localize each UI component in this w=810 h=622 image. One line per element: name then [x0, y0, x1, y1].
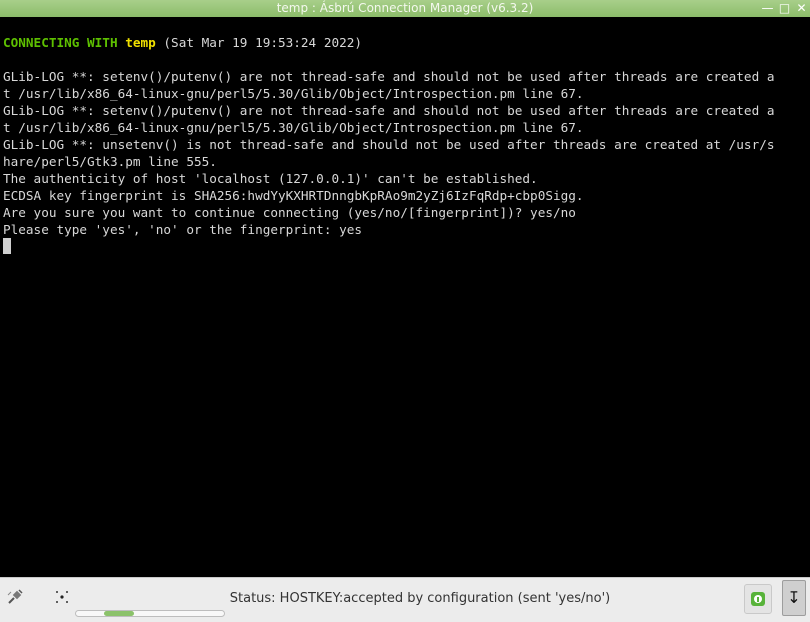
terminal-output[interactable]: CONNECTING WITH temp (Sat Mar 19 19:53:2… — [0, 17, 810, 577]
terminal-line: The authenticity of host 'localhost (127… — [3, 171, 538, 186]
terminal-line: GLib-LOG **: setenv()/putenv() are not t… — [3, 103, 775, 118]
plug-disconnect-icon[interactable] — [6, 588, 24, 610]
terminal-line: t /usr/lib/x86_64-linux-gnu/perl5/5.30/G… — [3, 120, 584, 135]
scrollbar-thumb[interactable] — [104, 611, 134, 616]
terminal-line: Please type 'yes', 'no' or the fingerpri… — [3, 222, 363, 237]
status-bar: Status: HOSTKEY:accepted by configuratio… — [0, 577, 810, 622]
sparkle-icon[interactable] — [54, 589, 70, 609]
terminal-cursor — [3, 238, 11, 254]
terminal-line: hare/perl5/Gtk3.pm line 555. — [3, 154, 217, 169]
horizontal-scrollbar[interactable] — [75, 610, 225, 617]
window-titlebar: temp : Ásbrú Connection Manager (v6.3.2)… — [0, 0, 810, 17]
terminal-line: ECDSA key fingerprint is SHA256:hwdYyKXH… — [3, 188, 584, 203]
connecting-prefix: CONNECTING WITH — [3, 35, 118, 50]
connection-name: temp — [125, 35, 156, 50]
scroll-lock-button[interactable]: ↧ — [782, 580, 806, 616]
terminal-line: GLib-LOG **: setenv()/putenv() are not t… — [3, 69, 775, 84]
connection-time: (Sat Mar 19 19:53:24 2022) — [163, 35, 363, 50]
minimize-icon[interactable]: — — [759, 0, 776, 17]
terminal-line: GLib-LOG **: unsetenv() is not thread-sa… — [3, 137, 775, 152]
scroll-lock-arrow-icon: ↧ — [787, 588, 801, 607]
terminal-line: t /usr/lib/x86_64-linux-gnu/perl5/5.30/G… — [3, 86, 584, 101]
connecting-line: CONNECTING WITH temp (Sat Mar 19 19:53:2… — [3, 34, 810, 51]
close-icon[interactable]: ✕ — [793, 0, 810, 17]
status-text: Status: HOSTKEY:accepted by configuratio… — [229, 591, 611, 606]
info-toggle-button[interactable] — [744, 584, 772, 614]
terminal-line: Are you sure you want to continue connec… — [3, 205, 576, 220]
info-toggle-icon — [751, 592, 765, 606]
terminal-prompt-line — [3, 238, 810, 255]
maximize-icon[interactable]: □ — [776, 0, 793, 17]
window-title: temp : Ásbrú Connection Manager (v6.3.2) — [276, 1, 534, 15]
